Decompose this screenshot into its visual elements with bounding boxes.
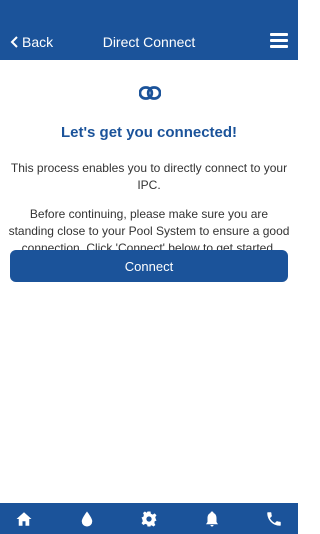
- bottom-tab-bar: [0, 503, 298, 534]
- home-icon: [16, 511, 32, 526]
- phone-icon: [267, 511, 281, 526]
- app: Back Direct Connect Let's get you connec…: [0, 0, 298, 534]
- link-icon: [139, 86, 161, 100]
- connect-button[interactable]: Connect: [10, 250, 288, 282]
- page-title: Direct Connect: [102, 34, 196, 50]
- intro-paragraph: This process enables you to directly con…: [10, 161, 288, 192]
- header-bar: Back Direct Connect: [0, 0, 298, 60]
- bell-icon: [205, 511, 218, 526]
- tab-contact[interactable]: [260, 505, 288, 533]
- tab-notifications[interactable]: [198, 505, 226, 533]
- gear-icon: [141, 511, 157, 526]
- tab-settings[interactable]: [135, 505, 163, 533]
- tab-water[interactable]: [73, 505, 101, 533]
- tab-home[interactable]: [10, 505, 38, 533]
- connect-heading: Let's get you connected!: [60, 124, 238, 141]
- water-drop-icon: [81, 511, 92, 526]
- main-content: Let's get you connected! This process en…: [0, 60, 298, 503]
- hamburger-menu-icon[interactable]: [270, 33, 288, 49]
